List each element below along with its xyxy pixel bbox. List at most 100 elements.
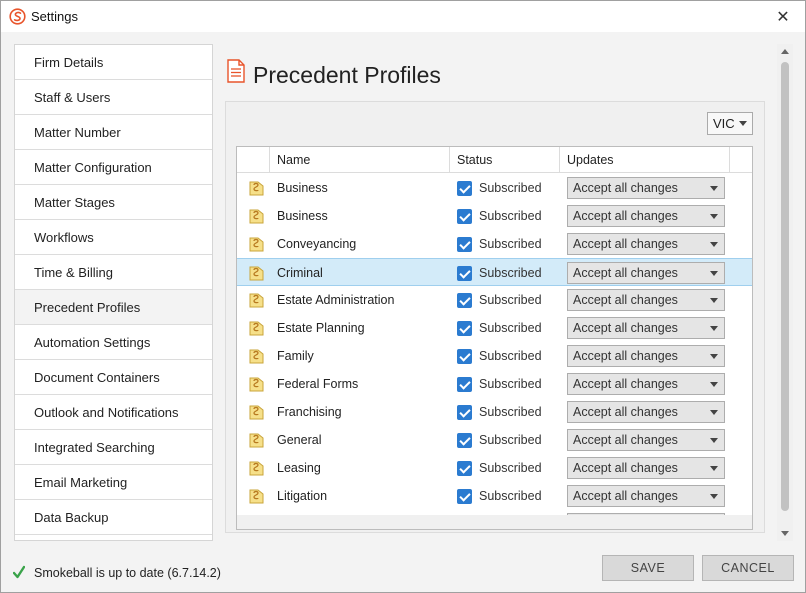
subscribed-checkbox[interactable]	[457, 433, 472, 448]
profile-name: Criminal	[277, 266, 323, 280]
table-row[interactable]: Family Subscribed Accept all changes	[237, 342, 752, 370]
updates-select-value: Accept all changes	[573, 181, 678, 195]
table-row[interactable]: Franchising Subscribed Accept all changes	[237, 398, 752, 426]
chevron-down-icon	[710, 494, 718, 499]
sidebar-item-time-billing[interactable]: Time & Billing	[15, 255, 212, 290]
updates-select-value: Accept all changes	[573, 266, 678, 280]
scrollbar-thumb[interactable]	[781, 62, 789, 511]
chevron-down-icon	[710, 186, 718, 191]
sidebar-item-firm-details[interactable]: Firm Details	[15, 45, 212, 80]
profiles-panel: VIC Name Status Updates Business Subscrib…	[225, 101, 765, 533]
table-row[interactable]: Litigation Subscribed Accept all changes	[237, 482, 752, 510]
subscribed-checkbox[interactable]	[457, 209, 472, 224]
updates-select[interactable]: Accept all changes	[567, 233, 725, 255]
precedent-folder-icon	[249, 320, 264, 336]
precedent-folder-icon	[249, 348, 264, 364]
subscribed-checkbox[interactable]	[457, 321, 472, 336]
subscribed-checkbox[interactable]	[457, 293, 472, 308]
updates-select-value: Accept all changes	[573, 377, 678, 391]
chevron-down-icon	[710, 438, 718, 443]
settings-sidebar: Firm Details Staff & Users Matter Number Ma…	[14, 44, 213, 541]
table-row[interactable]: Business Subscribed Accept all changes	[237, 174, 752, 202]
precedent-folder-icon	[249, 265, 264, 281]
sidebar-item-staff-users[interactable]: Staff & Users	[15, 80, 212, 115]
column-header-updates[interactable]: Updates	[559, 147, 729, 173]
profile-name: Federal Forms	[277, 377, 359, 391]
table-row[interactable]: Business Subscribed Accept all changes	[237, 202, 752, 230]
profile-name: Conveyancing	[277, 237, 357, 251]
table-row[interactable]: Conveyancing Subscribed Accept all changes	[237, 230, 752, 258]
close-icon: ✕	[776, 8, 790, 26]
cancel-button[interactable]: CANCEL	[702, 555, 794, 581]
subscribed-checkbox[interactable]	[457, 461, 472, 476]
updates-select-value: Accept all changes	[573, 461, 678, 475]
sidebar-item-precedent-profiles[interactable]: Precedent Profiles	[15, 290, 212, 325]
updates-select[interactable]: Accept all changes	[567, 429, 725, 451]
updates-select[interactable]: Accept all changes	[567, 457, 725, 479]
table-row[interactable]: Leasing Subscribed Accept all changes	[237, 454, 752, 482]
updates-select[interactable]: Accept all changes	[567, 401, 725, 423]
table-row[interactable]: Estate Planning Subscribed Accept all chan…	[237, 314, 752, 342]
profile-status: Subscribed	[479, 349, 542, 363]
precedent-folder-icon	[249, 180, 264, 196]
column-header-spacer	[729, 147, 752, 173]
updates-select[interactable]: Accept all changes	[567, 485, 725, 507]
updates-select-value: Accept all changes	[573, 293, 678, 307]
table-row[interactable]: Estate Administration Subscribed Accept al…	[237, 286, 752, 314]
sidebar-item-outlook-and-notifications[interactable]: Outlook and Notifications	[15, 395, 212, 430]
sidebar-item-email-marketing[interactable]: Email Marketing	[15, 465, 212, 500]
subscribed-checkbox[interactable]	[457, 181, 472, 196]
profile-status: Subscribed	[479, 321, 542, 335]
title-bar: Settings ✕	[1, 1, 805, 32]
table-row[interactable]: General Subscribed Accept all changes	[237, 426, 752, 454]
updates-select[interactable]: Accept all changes	[567, 317, 725, 339]
updates-select[interactable]: Accept all changes	[567, 345, 725, 367]
column-header-name[interactable]: Name	[269, 147, 449, 173]
updates-select-value: Accept all changes	[573, 321, 678, 335]
updates-select[interactable]: Accept all changes	[567, 262, 725, 284]
sidebar-item-document-containers[interactable]: Document Containers	[15, 360, 212, 395]
chevron-down-icon	[739, 121, 747, 126]
subscribed-checkbox[interactable]	[457, 489, 472, 504]
profile-name: General	[277, 433, 322, 447]
sidebar-item-matter-configuration[interactable]: Matter Configuration	[15, 150, 212, 185]
subscribed-checkbox[interactable]	[457, 266, 472, 281]
subscribed-checkbox[interactable]	[457, 237, 472, 252]
profile-status: Subscribed	[479, 489, 542, 503]
profile-status: Subscribed	[479, 405, 542, 419]
profile-status: Subscribed	[479, 293, 542, 307]
sidebar-item-data-backup[interactable]: Data Backup	[15, 500, 212, 535]
chevron-down-icon	[710, 271, 718, 276]
sidebar-item-workflows[interactable]: Workflows	[15, 220, 212, 255]
profile-status: Subscribed	[479, 181, 542, 195]
updates-select[interactable]: Accept all changes	[567, 373, 725, 395]
save-button[interactable]: SAVE	[602, 555, 694, 581]
profile-name: Estate Planning	[277, 321, 365, 335]
sidebar-item-integrated-searching[interactable]: Integrated Searching	[15, 430, 212, 465]
chevron-down-icon	[710, 382, 718, 387]
subscribed-checkbox[interactable]	[457, 349, 472, 364]
region-select[interactable]: VIC	[707, 112, 753, 135]
column-header-status[interactable]: Status	[449, 147, 559, 173]
horizontal-scrollbar[interactable]	[237, 515, 752, 529]
chevron-down-icon	[710, 214, 718, 219]
window-title: Settings	[31, 9, 78, 24]
updates-select[interactable]: Accept all changes	[567, 177, 725, 199]
table-row[interactable]: Criminal Subscribed Accept all changes	[237, 258, 752, 286]
vertical-scrollbar[interactable]	[777, 44, 793, 541]
table-row[interactable]: Federal Forms Subscribed Accept all change…	[237, 370, 752, 398]
scroll-up-icon[interactable]	[781, 49, 789, 54]
precedent-folder-icon	[249, 460, 264, 476]
scroll-down-icon[interactable]	[781, 531, 789, 536]
profile-status: Subscribed	[479, 377, 542, 391]
sidebar-item-automation-settings[interactable]: Automation Settings	[15, 325, 212, 360]
sidebar-item-matter-stages[interactable]: Matter Stages	[15, 185, 212, 220]
close-window-button[interactable]: ✕	[761, 1, 805, 32]
updates-select[interactable]: Accept all changes	[567, 289, 725, 311]
updates-select[interactable]: Accept all changes	[567, 205, 725, 227]
profile-name: Leasing	[277, 461, 321, 475]
chevron-down-icon	[710, 326, 718, 331]
subscribed-checkbox[interactable]	[457, 377, 472, 392]
subscribed-checkbox[interactable]	[457, 405, 472, 420]
sidebar-item-matter-number[interactable]: Matter Number	[15, 115, 212, 150]
